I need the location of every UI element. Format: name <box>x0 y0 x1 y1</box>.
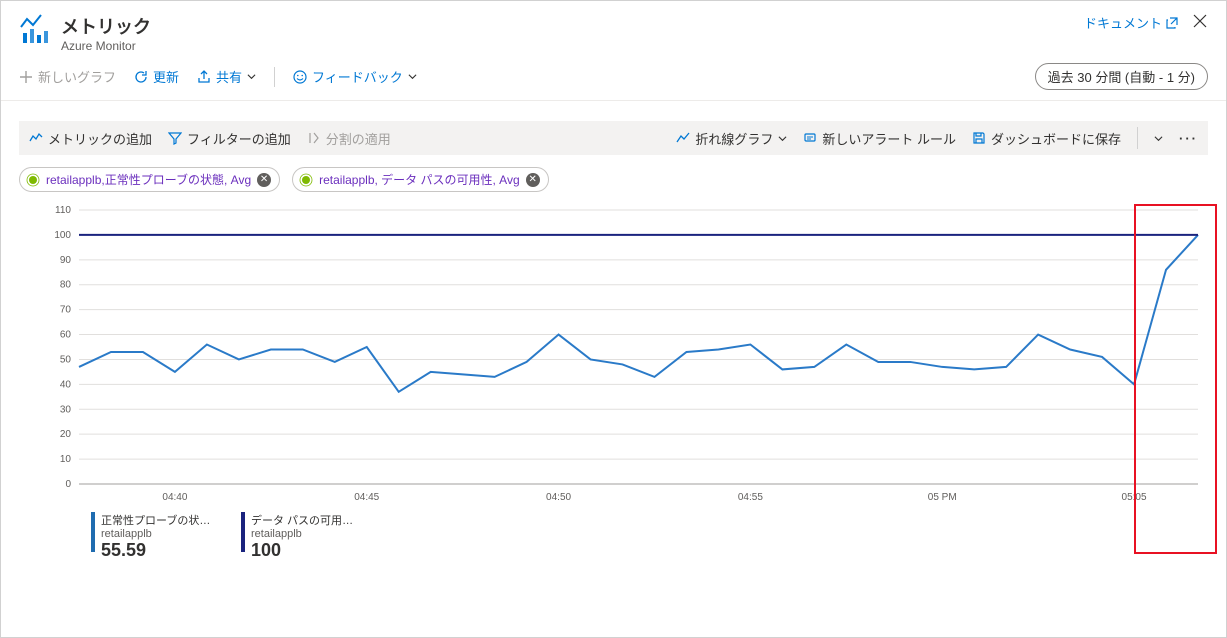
svg-text:110: 110 <box>55 205 71 216</box>
new-alert-rule-button[interactable]: 新しいアラート ルール <box>803 129 956 148</box>
remove-metric-button[interactable]: ✕ <box>526 173 540 187</box>
add-filter-label: フィルターの追加 <box>187 129 291 148</box>
feedback-button[interactable]: フィードバック <box>293 67 417 86</box>
svg-text:04:45: 04:45 <box>354 492 379 503</box>
legend-color-bar <box>91 512 95 552</box>
metric-pill-label: retailapplb,正常性プローブの状態, Avg <box>46 171 251 188</box>
pin-dropdown[interactable] <box>1154 134 1163 143</box>
smiley-icon <box>293 70 307 84</box>
plus-icon <box>19 70 33 84</box>
svg-text:50: 50 <box>60 354 72 365</box>
new-chart-button[interactable]: 新しいグラフ <box>19 67 116 86</box>
more-options-button[interactable]: ··· <box>1179 131 1198 146</box>
svg-text:10: 10 <box>60 454 72 465</box>
chart-area[interactable]: 0 10 20 30 40 50 60 70 80 90 100 110 04:40 04:45 04:50… <box>19 204 1208 504</box>
add-metric-label: メトリックの追加 <box>48 129 152 148</box>
split-icon <box>307 131 321 145</box>
add-metric-button[interactable]: メトリックの追加 <box>29 129 152 148</box>
chevron-down-icon <box>778 134 787 143</box>
documentation-link[interactable]: ドキュメント <box>1084 13 1178 32</box>
legend-item[interactable]: データ パスの可用性... retailapplb 100 <box>241 512 361 561</box>
metrics-icon <box>19 13 51 45</box>
metric-dot-icon <box>26 173 40 187</box>
svg-text:40: 40 <box>60 379 72 390</box>
new-chart-label: 新しいグラフ <box>38 67 116 86</box>
remove-metric-button[interactable]: ✕ <box>257 173 271 187</box>
apply-split-label: 分割の適用 <box>326 129 391 148</box>
time-range-selector[interactable]: 過去 30 分間 (自動 - 1 分) <box>1035 63 1208 90</box>
feedback-label: フィードバック <box>312 67 403 86</box>
chart-type-label: 折れ線グラフ <box>695 129 773 148</box>
chart-legend: 正常性プローブの状態... retailapplb 55.59 データ パスの可… <box>19 504 1208 561</box>
refresh-icon <box>134 70 148 84</box>
refresh-button[interactable]: 更新 <box>134 67 179 86</box>
legend-metric-name: 正常性プローブの状態... <box>101 512 211 528</box>
svg-text:70: 70 <box>60 305 72 316</box>
svg-text:04:55: 04:55 <box>738 492 763 503</box>
documentation-link-label: ドキュメント <box>1084 13 1162 32</box>
metric-pill[interactable]: retailapplb, データ パスの可用性, Avg ✕ <box>292 167 549 192</box>
metric-pill-label: retailapplb, データ パスの可用性, Avg <box>319 171 520 188</box>
filter-icon <box>168 131 182 145</box>
chart-type-selector[interactable]: 折れ線グラフ <box>676 129 787 148</box>
legend-resource-name: retailapplb <box>101 528 211 540</box>
svg-text:0: 0 <box>65 479 71 490</box>
legend-metric-name: データ パスの可用性... <box>251 512 361 528</box>
legend-value: 55.59 <box>101 540 211 561</box>
refresh-label: 更新 <box>153 67 179 86</box>
divider <box>1137 127 1138 149</box>
apply-splitting-button[interactable]: 分割の適用 <box>307 129 391 148</box>
svg-text:04:50: 04:50 <box>546 492 571 503</box>
alert-icon <box>803 131 817 145</box>
page-title: メトリック <box>61 13 151 39</box>
close-button[interactable] <box>1192 13 1208 29</box>
add-filter-button[interactable]: フィルターの追加 <box>168 129 291 148</box>
line-chart: 0 10 20 30 40 50 60 70 80 90 100 110 04:40 04:45 04:50… <box>19 204 1208 504</box>
chart-toolbar: メトリックの追加 フィルターの追加 分割の適用 折れ線グラフ <box>19 121 1208 155</box>
legend-color-bar <box>241 512 245 552</box>
add-metric-icon <box>29 131 43 145</box>
metric-dot-icon <box>299 173 313 187</box>
pin-label: ダッシュボードに保存 <box>991 129 1121 148</box>
external-link-icon <box>1166 17 1178 29</box>
command-bar: 新しいグラフ 更新 共有 フィードバック 過去 30 分間 (自動 - 1 分) <box>1 59 1226 101</box>
divider <box>274 67 275 87</box>
legend-resource-name: retailapplb <box>251 528 361 540</box>
page-subtitle: Azure Monitor <box>61 39 151 53</box>
svg-text:30: 30 <box>60 404 72 415</box>
save-icon <box>972 131 986 145</box>
share-label: 共有 <box>216 67 242 86</box>
legend-value: 100 <box>251 540 361 561</box>
new-alert-label: 新しいアラート ルール <box>822 129 956 148</box>
svg-text:90: 90 <box>60 255 72 266</box>
metric-pill[interactable]: retailapplb,正常性プローブの状態, Avg ✕ <box>19 167 280 192</box>
svg-text:60: 60 <box>60 330 72 341</box>
svg-text:100: 100 <box>54 230 71 241</box>
line-chart-icon <box>676 131 690 145</box>
svg-text:20: 20 <box>60 429 72 440</box>
svg-text:05 PM: 05 PM <box>928 492 957 503</box>
metric-pills-row: retailapplb,正常性プローブの状態, Avg ✕ retailappl… <box>19 155 1208 200</box>
chevron-down-icon <box>1154 134 1163 143</box>
chevron-down-icon <box>408 72 417 81</box>
svg-text:04:40: 04:40 <box>162 492 187 503</box>
page-header: メトリック Azure Monitor ドキュメント <box>1 1 1226 59</box>
svg-text:80: 80 <box>60 280 72 291</box>
legend-item[interactable]: 正常性プローブの状態... retailapplb 55.59 <box>91 512 211 561</box>
pin-to-dashboard-button[interactable]: ダッシュボードに保存 <box>972 129 1121 148</box>
share-icon <box>197 70 211 84</box>
chevron-down-icon <box>247 72 256 81</box>
svg-text:05:05: 05:05 <box>1122 492 1147 503</box>
share-button[interactable]: 共有 <box>197 67 256 86</box>
